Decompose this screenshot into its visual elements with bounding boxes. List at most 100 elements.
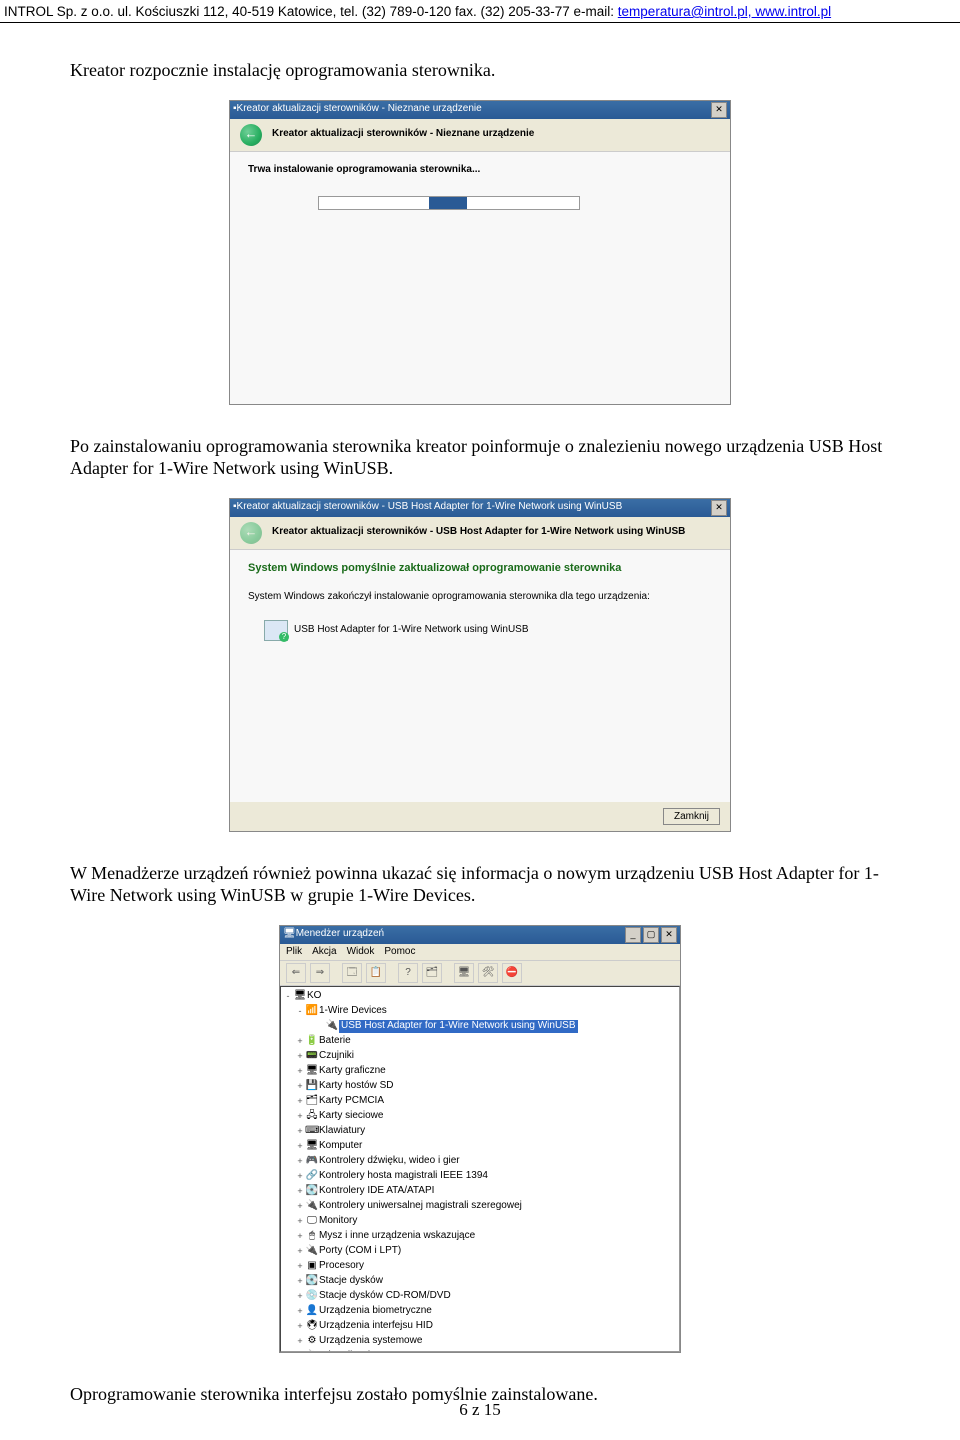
tree-item-label: Baterie xyxy=(319,1035,351,1048)
tree-item[interactable]: +🖱Mysz i inne urządzenia wskazujące xyxy=(281,1229,679,1244)
help-icon[interactable]: ? xyxy=(398,963,418,983)
tree-toggle[interactable]: + xyxy=(295,1201,305,1212)
close-icon[interactable]: ✕ xyxy=(711,500,727,516)
titlebar: ▪ Kreator aktualizacji sterowników - Nie… xyxy=(230,101,730,119)
tree-toggle[interactable]: + xyxy=(295,1216,305,1227)
tree-root[interactable]: KO xyxy=(307,990,321,1003)
device-type-icon: 🖱 xyxy=(305,1230,319,1243)
device-type-icon: 🖵 xyxy=(305,1215,319,1228)
device-type-icon: 👤 xyxy=(305,1305,319,1318)
minimize-icon[interactable]: _ xyxy=(625,927,641,943)
toolbar-icon[interactable]: 🛠 xyxy=(478,963,498,983)
tree-item-label: 1-Wire Devices xyxy=(319,1005,387,1018)
tree-toggle[interactable]: - xyxy=(295,1006,305,1017)
tree-toggle[interactable]: + xyxy=(295,1321,305,1332)
tree-item[interactable]: +⌨Klawiatury xyxy=(281,1124,679,1139)
tree-toggle[interactable]: + xyxy=(295,1306,305,1317)
back-icon[interactable]: ← xyxy=(240,124,262,146)
tree-toggle[interactable]: + xyxy=(295,1066,305,1077)
tree-toggle[interactable]: + xyxy=(295,1111,305,1122)
tree-toggle[interactable]: + xyxy=(295,1261,305,1272)
nav-back-icon[interactable]: ⇐ xyxy=(286,963,306,983)
tree-item[interactable]: +🔌Porty (COM i LPT) xyxy=(281,1244,679,1259)
tree-toggle[interactable]: + xyxy=(295,1336,305,1347)
tree-toggle[interactable]: + xyxy=(295,1276,305,1287)
toolbar-icon[interactable]: 🗂 xyxy=(422,963,442,983)
back-icon[interactable]: ← xyxy=(240,522,262,544)
tree-item[interactable]: +🔌Wirtualizacja USB xyxy=(281,1349,679,1352)
tree-toggle[interactable]: + xyxy=(295,1141,305,1152)
tree-item[interactable]: +📟Czujniki xyxy=(281,1049,679,1064)
device-type-icon: 💽 xyxy=(305,1185,319,1198)
tree-item[interactable]: 🔌USB Host Adapter for 1-Wire Network usi… xyxy=(281,1019,679,1034)
wizard-header: ← Kreator aktualizacji sterowników - Nie… xyxy=(230,119,730,152)
tree-item[interactable]: +🖵Monitory xyxy=(281,1214,679,1229)
tree-item[interactable]: +🔌Kontrolery uniwersalnej magistrali sze… xyxy=(281,1199,679,1214)
tree-item[interactable]: +▣Procesory xyxy=(281,1259,679,1274)
window-title: Kreator aktualizacji sterowników - USB H… xyxy=(237,501,623,514)
tree-item[interactable]: +🖧Karty sieciowe xyxy=(281,1109,679,1124)
toolbar-icon[interactable]: ⛔ xyxy=(502,963,522,983)
device-type-icon: 🖲 xyxy=(305,1320,319,1333)
device-type-icon: ⚙ xyxy=(305,1335,319,1348)
tree-item-label: Komputer xyxy=(319,1140,362,1153)
tree-toggle[interactable]: + xyxy=(295,1351,305,1352)
device-type-icon: 🎮 xyxy=(305,1155,319,1168)
scan-icon[interactable]: 🖥 xyxy=(454,963,474,983)
close-icon[interactable]: ✕ xyxy=(711,102,727,118)
tree-item[interactable]: +🔋Baterie xyxy=(281,1034,679,1049)
tree-item-label: Klawiatury xyxy=(319,1125,365,1138)
device-type-icon: 🔌 xyxy=(305,1245,319,1258)
device-type-icon: 🔌 xyxy=(305,1350,319,1352)
header-text: INTROL Sp. z o.o. ul. Kościuszki 112, 40… xyxy=(4,4,618,19)
installing-msg: Trwa instalowanie oprogramowania sterown… xyxy=(248,164,712,177)
tree-item[interactable]: -📶1-Wire Devices xyxy=(281,1004,679,1019)
tree-item[interactable]: +💽Kontrolery IDE ATA/ATAPI xyxy=(281,1184,679,1199)
menu-action[interactable]: Akcja xyxy=(312,946,336,959)
tree-item[interactable]: +💿Stacje dysków CD-ROM/DVD xyxy=(281,1289,679,1304)
tree-toggle[interactable]: + xyxy=(295,1156,305,1167)
toolbar-icon[interactable]: 📋 xyxy=(366,963,386,983)
menu-help[interactable]: Pomoc xyxy=(384,946,415,959)
tree-toggle[interactable]: + xyxy=(295,1126,305,1137)
tree-item[interactable]: +🖲Urządzenia interfejsu HID xyxy=(281,1319,679,1334)
wizard-subtitle: Kreator aktualizacji sterowników - USB H… xyxy=(272,526,685,539)
tree-toggle[interactable]: + xyxy=(295,1096,305,1107)
screenshot-device-manager: 🖥 Menedżer urządzeń _ ▢ ✕ Plik Akcja Wid… xyxy=(279,925,681,1354)
page-footer: 6 z 15 xyxy=(0,1400,960,1420)
tree-toggle[interactable]: + xyxy=(295,1081,305,1092)
nav-fwd-icon[interactable]: ⇒ xyxy=(310,963,330,983)
tree-item[interactable]: +🖥Komputer xyxy=(281,1139,679,1154)
tree-toggle[interactable]: + xyxy=(295,1171,305,1182)
tree-item[interactable]: +🎮Kontrolery dźwięku, wideo i gier xyxy=(281,1154,679,1169)
close-icon[interactable]: ✕ xyxy=(661,927,677,943)
tree-toggle[interactable]: + xyxy=(295,1291,305,1302)
paragraph-3: W Menadżerze urządzeń również powinna uk… xyxy=(70,862,890,907)
tree-item[interactable]: +👤Urządzenia biometryczne xyxy=(281,1304,679,1319)
menu-bar: Plik Akcja Widok Pomoc xyxy=(280,944,680,962)
tree-item[interactable]: +💽Stacje dysków xyxy=(281,1274,679,1289)
tree-toggle[interactable]: + xyxy=(295,1186,305,1197)
tree-toggle[interactable]: + xyxy=(295,1231,305,1242)
device-type-icon: ▣ xyxy=(305,1260,319,1273)
menu-file[interactable]: Plik xyxy=(286,946,302,959)
tree-item[interactable]: +🗂Karty PCMCIA xyxy=(281,1094,679,1109)
menu-view[interactable]: Widok xyxy=(347,946,375,959)
window-title: Kreator aktualizacji sterowników - Niezn… xyxy=(237,103,482,116)
toolbar-icon[interactable]: 🗔 xyxy=(342,963,362,983)
close-button[interactable]: Zamknij xyxy=(663,808,720,825)
tree-toggle[interactable]: + xyxy=(295,1036,305,1047)
header-email-link[interactable]: temperatura@introl.pl, xyxy=(618,4,752,19)
tree-toggle[interactable]: - xyxy=(283,991,293,1002)
tree-item[interactable]: +🔗Kontrolery hosta magistrali IEEE 1394 xyxy=(281,1169,679,1184)
maximize-icon[interactable]: ▢ xyxy=(643,927,659,943)
tree-item[interactable]: +🖥Karty graficzne xyxy=(281,1064,679,1079)
progress-bar xyxy=(318,196,580,210)
device-type-icon: ⌨ xyxy=(305,1125,319,1138)
header-url-link[interactable]: www.introl.pl xyxy=(752,4,832,19)
tree-item[interactable]: +⚙Urządzenia systemowe xyxy=(281,1334,679,1349)
tree-item-label: Porty (COM i LPT) xyxy=(319,1245,401,1258)
tree-item[interactable]: +💾Karty hostów SD xyxy=(281,1079,679,1094)
tree-toggle[interactable]: + xyxy=(295,1051,305,1062)
tree-toggle[interactable]: + xyxy=(295,1246,305,1257)
